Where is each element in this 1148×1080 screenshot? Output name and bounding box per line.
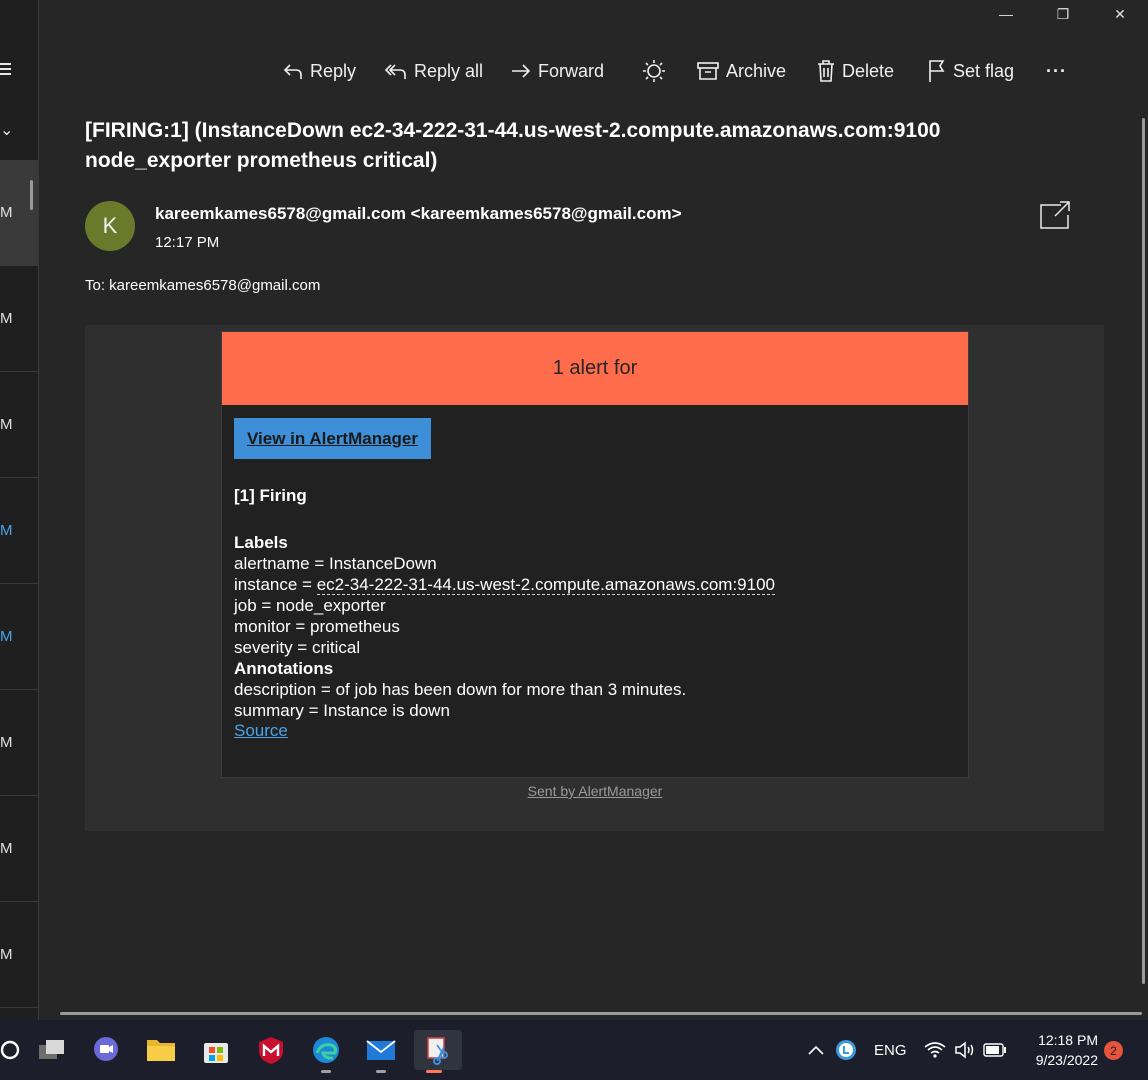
taskbar: ENG [0, 1020, 1148, 1080]
sender-name[interactable]: kareemkames6578@gmail.com <kareemkames65… [155, 204, 682, 224]
more-options-button[interactable]: ··· [1046, 56, 1067, 86]
reply-all-label: Reply all [414, 60, 484, 81]
archive-icon [697, 62, 719, 80]
search-icon[interactable] [0, 1030, 30, 1070]
list-item[interactable]: M [0, 372, 38, 478]
edge-browser-icon[interactable] [306, 1030, 346, 1073]
minimize-button[interactable]: — [991, 6, 1021, 22]
list-item[interactable]: M [0, 796, 38, 902]
restore-button[interactable]: ❐ [1048, 6, 1078, 23]
avatar: K [85, 201, 135, 251]
mail-app-icon[interactable] [361, 1030, 401, 1073]
file-explorer-icon[interactable] [141, 1030, 181, 1070]
reply-button[interactable]: Reply [282, 56, 356, 86]
snipping-tool-icon[interactable] [414, 1030, 462, 1073]
list-item[interactable]: M [0, 690, 38, 796]
mcafee-icon[interactable] [251, 1030, 291, 1070]
list-item[interactable]: M [0, 902, 38, 1008]
forward-icon [512, 64, 531, 78]
set-flag-label: Set flag [953, 60, 1015, 81]
running-indicator [376, 1070, 386, 1073]
flag-icon [929, 60, 945, 82]
archive-button[interactable]: Archive [696, 56, 786, 86]
alert-card: 1 alert for View in AlertManager [1] Fir… [221, 331, 969, 778]
label-instance: instance = ec2-34-222-31-44.us-west-2.co… [234, 574, 775, 595]
task-view-icon[interactable] [32, 1030, 72, 1070]
source-link[interactable]: Source [234, 720, 288, 741]
account-l-icon[interactable] [826, 1030, 866, 1070]
instance-link[interactable]: ec2-34-222-31-44.us-west-2.compute.amazo… [316, 575, 775, 595]
trash-icon [818, 60, 834, 82]
chat-icon[interactable] [86, 1030, 126, 1070]
label-severity: severity = critical [234, 638, 361, 657]
view-in-alertmanager-button[interactable]: View in AlertManager [234, 418, 431, 459]
annotation-summary: summary = Instance is down [234, 701, 450, 720]
firing-heading: [1] Firing [234, 486, 307, 505]
list-item-time: M [0, 628, 13, 645]
list-item[interactable]: M [0, 266, 38, 372]
chevron-down-icon[interactable]: ⌄ [0, 120, 13, 140]
clock-time: 12:18 PM [1038, 1032, 1098, 1048]
delete-label: Delete [842, 60, 895, 81]
system-clock[interactable]: 12:18 PM 9/23/2022 [1024, 1030, 1098, 1070]
list-item-time: M [0, 310, 13, 327]
set-flag-button[interactable]: Set flag [927, 56, 1014, 86]
annotations-heading: Annotations [234, 659, 334, 678]
list-item-time: M [0, 522, 13, 539]
delete-button[interactable]: Delete [816, 56, 894, 86]
list-item[interactable]: M [0, 584, 38, 690]
list-item-time: M [0, 204, 13, 221]
list-item-time: M [0, 946, 13, 963]
list-scrollbar[interactable] [30, 180, 33, 210]
mail-list-pane: ⌄ M M M M M M M M [0, 0, 39, 1020]
list-item[interactable]: M [0, 160, 38, 266]
theme-toggle-button[interactable] [642, 56, 672, 86]
battery-icon[interactable] [975, 1030, 1015, 1070]
archive-label: Archive [726, 60, 787, 81]
reply-icon [283, 64, 302, 79]
list-item-time: M [0, 416, 13, 433]
list-item-time: M [0, 840, 13, 857]
list-item-time: M [0, 734, 13, 751]
recipient-line: To: kareemkames6578@gmail.com [85, 277, 321, 294]
label-alertname: alertname = InstanceDown [234, 554, 437, 573]
active-indicator [426, 1070, 442, 1073]
hamburger-menu-icon[interactable] [0, 60, 14, 80]
reply-all-button[interactable]: Reply all [384, 56, 483, 86]
sent-by-alertmanager-link[interactable]: Sent by AlertManager [0, 783, 1148, 799]
forward-label: Forward [538, 60, 605, 81]
alert-header: 1 alert for [222, 332, 968, 405]
clock-date: 9/23/2022 [1035, 1052, 1098, 1068]
list-item[interactable]: M [0, 478, 38, 584]
reply-label: Reply [310, 60, 357, 81]
annotation-description: description = of job has been down for m… [234, 680, 687, 699]
running-indicator [321, 1070, 331, 1073]
reply-all-icon [384, 64, 406, 79]
store-icon[interactable] [196, 1030, 236, 1070]
label-instance-key: instance = [234, 575, 317, 594]
label-job: job = node_exporter [234, 596, 386, 615]
open-in-new-window-icon[interactable] [1039, 200, 1071, 235]
vertical-scrollbar[interactable] [1142, 118, 1145, 984]
label-monitor: monitor = prometheus [234, 617, 400, 636]
labels-heading: Labels [234, 533, 288, 552]
forward-button[interactable]: Forward [510, 56, 604, 86]
language-indicator[interactable]: ENG [874, 1042, 907, 1059]
notification-badge[interactable]: 2 [1104, 1041, 1123, 1060]
email-time: 12:17 PM [155, 234, 220, 251]
horizontal-scrollbar[interactable] [60, 1012, 1142, 1015]
sun-icon [643, 60, 665, 82]
email-subject: [FIRING:1] (InstanceDown ec2-34-222-31-4… [85, 119, 941, 172]
close-button[interactable]: ✕ [1105, 6, 1135, 23]
